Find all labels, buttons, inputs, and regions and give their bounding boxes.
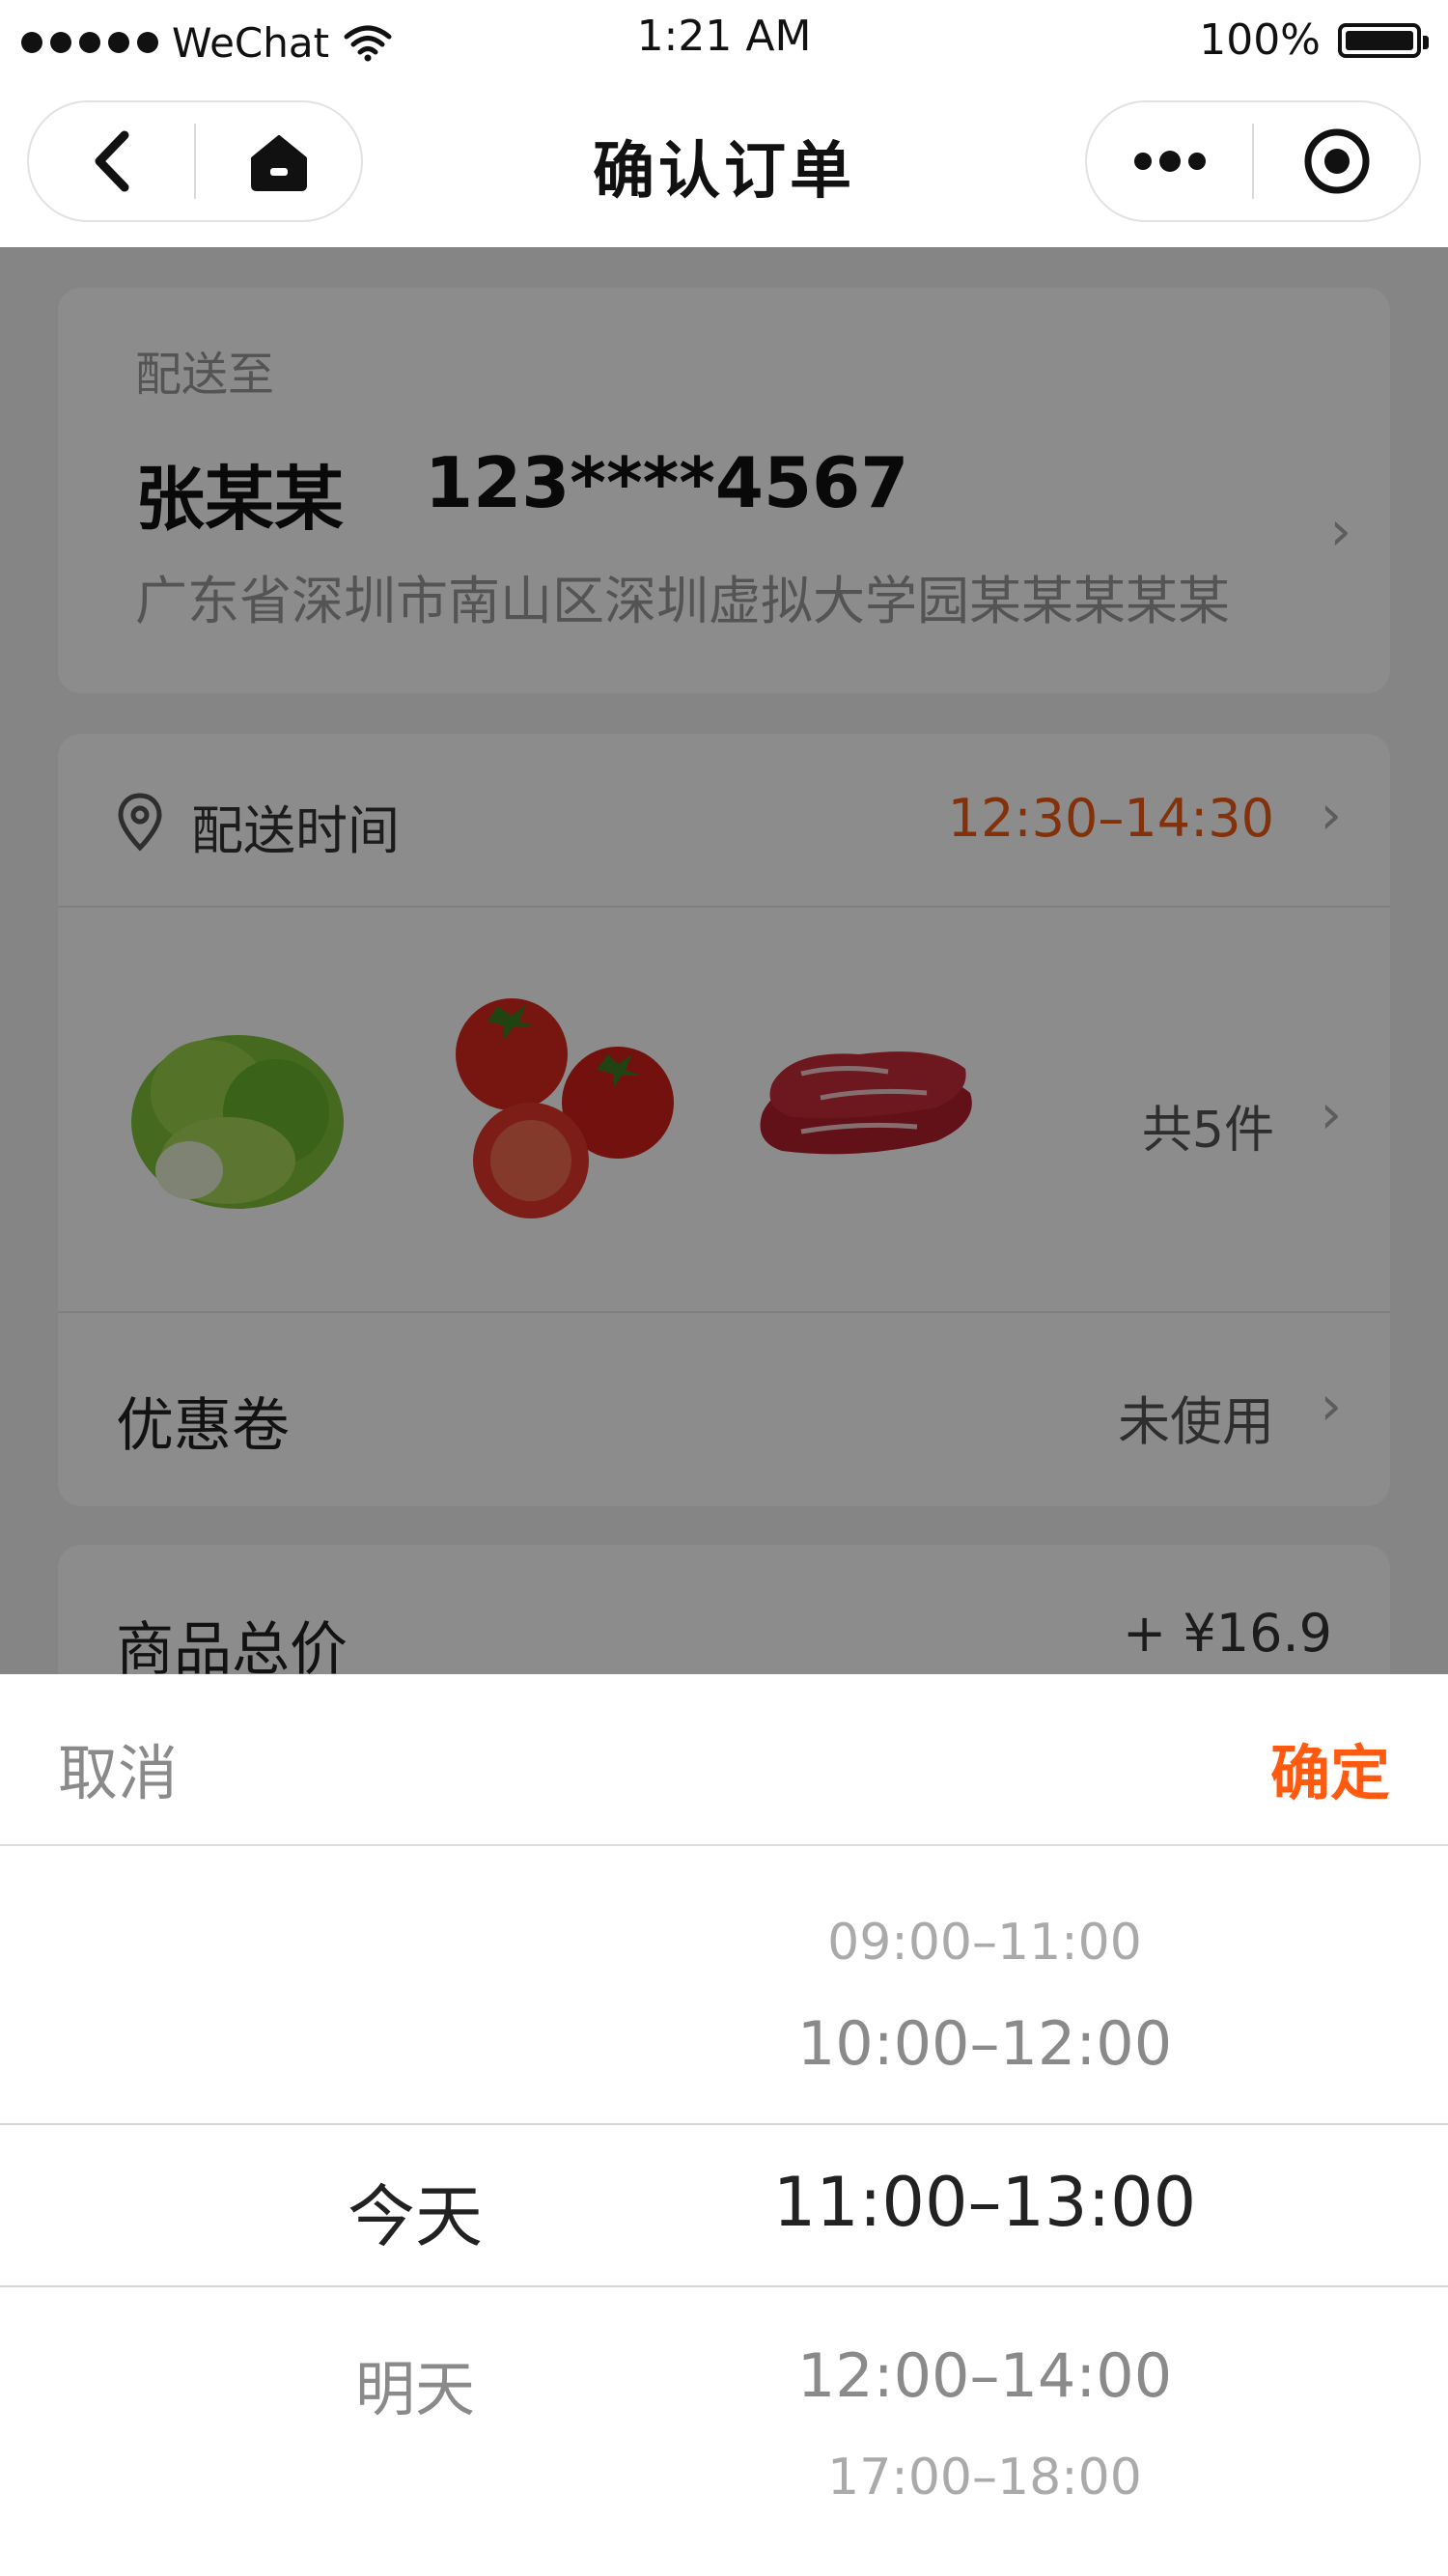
nav-bar: 确认订单 — [0, 85, 1448, 247]
picker-slot-option[interactable]: 09:00–11:00 — [772, 1914, 1197, 1972]
picker-day-option[interactable]: 明天 — [222, 2340, 608, 2427]
battery-icon — [1338, 22, 1429, 58]
picker-header: 取消 确定 — [0, 1674, 1448, 1846]
confirm-button[interactable]: 确定 — [1270, 1724, 1390, 1811]
target-icon — [1304, 128, 1369, 194]
picker-slot-option[interactable]: 17:00–18:00 — [772, 2449, 1197, 2506]
status-bar: WeChat 1:21 AM 100% — [0, 0, 1448, 85]
more-button[interactable] — [1087, 102, 1252, 220]
picker-selection-indicator — [0, 2123, 1448, 2287]
picker-slot-option[interactable]: 12:00–14:00 — [772, 2340, 1197, 2411]
modal-mask[interactable] — [0, 247, 1448, 1674]
nav-right-capsule — [1085, 100, 1421, 222]
picker-day-option[interactable]: 今天 — [222, 2163, 608, 2260]
battery-percent: 100% — [1199, 15, 1321, 65]
cancel-button[interactable]: 取消 — [58, 1724, 178, 1811]
more-dots-icon — [1133, 151, 1206, 172]
picker-slot-option[interactable]: 11:00–13:00 — [772, 2163, 1197, 2242]
time-picker-sheet: 取消 确定 今天 明天 09:00–11:00 10:00–12:00 11:0… — [0, 1674, 1448, 2576]
picker-slot-option[interactable]: 10:00–12:00 — [772, 2008, 1197, 2079]
close-miniprogram-button[interactable] — [1254, 102, 1419, 220]
battery-group: 100% — [1199, 15, 1429, 65]
